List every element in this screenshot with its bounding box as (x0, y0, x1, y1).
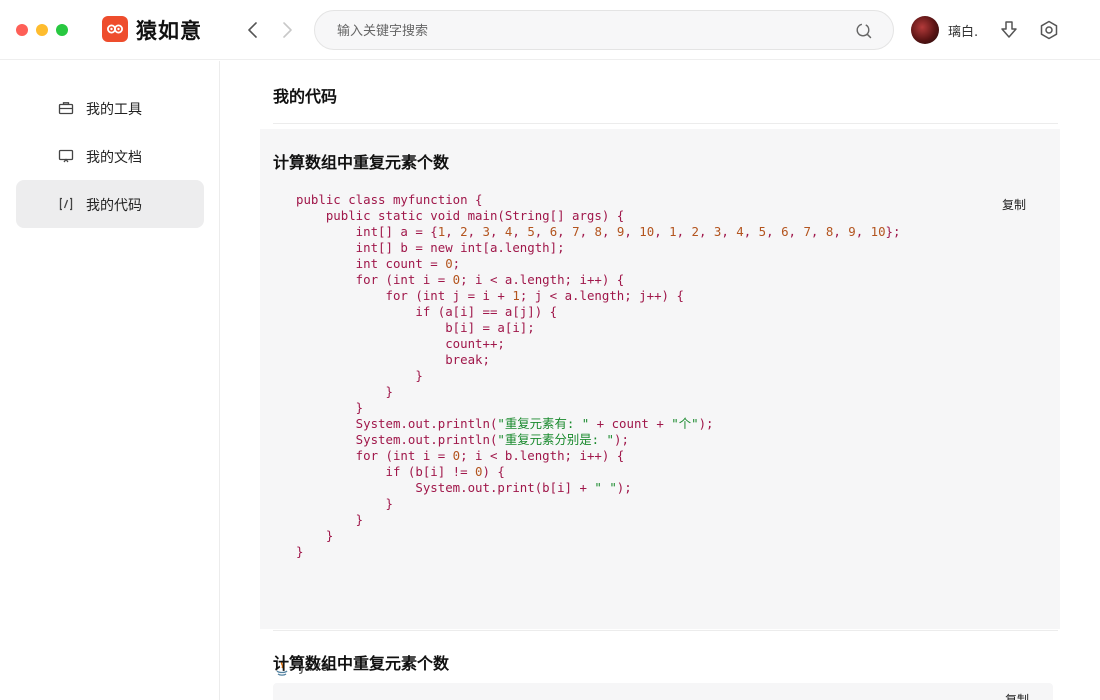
code-snippet-card: 计算数组中重复元素个数 复制 public class myfunction {… (260, 129, 1060, 676)
divider (273, 630, 1058, 631)
maximize-window-button[interactable] (56, 24, 68, 36)
download-icon (1001, 21, 1017, 38)
settings-hexagon-icon (1040, 20, 1058, 40)
copy-button[interactable]: 复制 (1005, 691, 1029, 700)
sidebar-item-label: 我的文档 (86, 150, 142, 166)
search-input[interactable] (337, 20, 837, 42)
sidebar-item-my-tools[interactable]: 我的工具 (16, 84, 204, 132)
snippet-title: 计算数组中重复元素个数 (273, 153, 450, 172)
minimize-window-button[interactable] (36, 24, 48, 36)
sidebar-item-my-docs[interactable]: 我的文档 (16, 132, 204, 180)
sidebar: 我的工具 我的文档 我的代码 (0, 61, 220, 700)
search-icon[interactable] (855, 22, 873, 40)
search-bar (314, 10, 894, 50)
briefcase-icon (58, 102, 74, 115)
user-name[interactable]: 璃白. (948, 21, 978, 40)
chevron-right-icon (283, 22, 292, 38)
copy-button[interactable]: 复制 (1002, 196, 1026, 213)
settings-button[interactable] (1038, 19, 1060, 41)
forward-button[interactable] (276, 18, 298, 42)
download-button[interactable] (998, 19, 1020, 41)
monitor-icon (58, 149, 74, 163)
chevron-left-icon (248, 22, 257, 38)
title-bar: 猿如意 璃白. (0, 0, 1100, 60)
sidebar-item-label: 我的代码 (86, 198, 142, 214)
sidebar-item-label: 我的工具 (86, 102, 142, 118)
app-logo-icon (102, 16, 128, 42)
page-title: 我的代码 (273, 87, 338, 106)
code-block: public class myfunction { public static … (296, 192, 901, 559)
code-brackets-icon (59, 197, 73, 211)
app-title: 猿如意 (136, 19, 202, 43)
back-button[interactable] (242, 18, 264, 42)
sidebar-item-my-code[interactable]: 我的代码 (16, 180, 204, 228)
divider (273, 123, 1058, 124)
code-snippet-card: 复制 (273, 683, 1053, 700)
snippet-title: 计算数组中重复元素个数 (273, 654, 450, 673)
user-avatar[interactable] (911, 16, 939, 44)
close-window-button[interactable] (16, 24, 28, 36)
main-content: 我的代码 计算数组中重复元素个数 复制 public class myfunct… (221, 61, 1100, 700)
